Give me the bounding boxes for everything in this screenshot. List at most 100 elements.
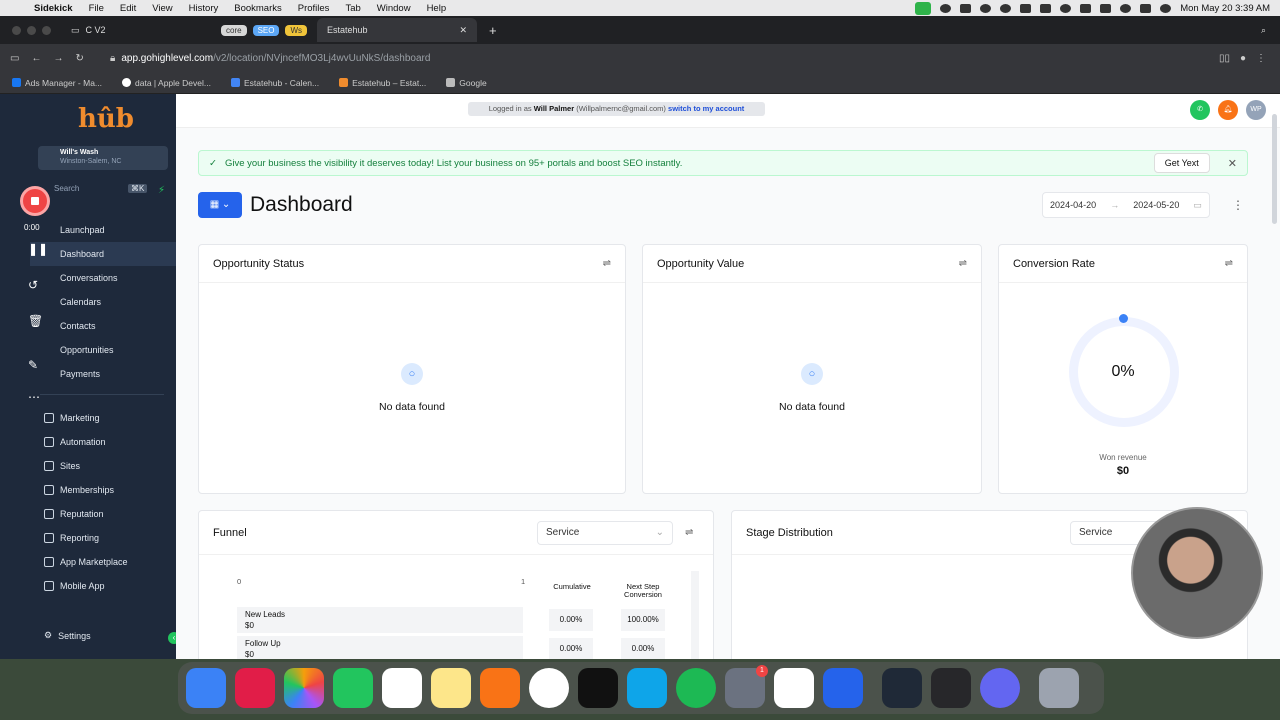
forward-icon[interactable]: → (53, 53, 63, 64)
battery-icon[interactable] (1080, 3, 1092, 13)
close-tab-icon[interactable]: ✕ (459, 25, 467, 36)
menu-bookmarks[interactable]: Bookmarks (226, 3, 290, 14)
menu-help[interactable]: Help (419, 3, 455, 14)
slack-icon[interactable] (774, 668, 814, 708)
account-switcher[interactable]: Will's Wash Winston-Salem, NC (38, 146, 168, 170)
chrome-icon[interactable] (529, 668, 569, 708)
split-view-icon[interactable]: ▯▯ (1219, 53, 1240, 64)
menubar-clock[interactable]: Mon May 20 3:39 AM (1180, 3, 1270, 14)
tab-group-core[interactable]: core (221, 24, 247, 36)
filter-icon[interactable]: ⇌ (603, 258, 611, 269)
sidebar-item-reporting[interactable]: Reporting (30, 526, 176, 550)
notes-icon[interactable] (431, 668, 471, 708)
gear-icon[interactable] (940, 3, 952, 13)
tab-search-icon[interactable]: ⌕ (1261, 25, 1280, 36)
trash-icon[interactable]: 🗑︎ (28, 314, 43, 328)
date-range-picker[interactable]: 2024-04-20 → 2024-05-20 ▭ (1042, 192, 1210, 218)
sidebar-item-sites[interactable]: Sites (30, 454, 176, 478)
menu-view[interactable]: View (144, 3, 180, 14)
phone-icon[interactable]: ✆ (1190, 100, 1210, 120)
funnel-scrollbar[interactable] (691, 571, 699, 659)
car-icon[interactable] (1020, 3, 1032, 13)
dashboard-more-icon[interactable]: ⋮ (1232, 198, 1244, 212)
filter-icon[interactable]: ⇌ (959, 258, 967, 269)
menu-tab[interactable]: Tab (337, 3, 368, 14)
play-icon[interactable] (1060, 3, 1072, 13)
address-bar[interactable]: 🔒︎ app.gohighlevel.com/v2/location/NVjnc… (110, 53, 430, 64)
pages-icon[interactable] (480, 668, 520, 708)
headphones-icon[interactable] (1000, 3, 1012, 13)
sidekick-icon[interactable] (235, 668, 275, 708)
tab-cv2[interactable]: ▭ C V2 (61, 18, 211, 42)
avatar[interactable]: WP (1246, 100, 1266, 120)
pen-icon[interactable]: ✎ (28, 358, 38, 372)
finder-icon[interactable] (186, 668, 226, 708)
piano-icon[interactable] (931, 668, 971, 708)
bookmark-estatehub[interactable]: Estatehub – Estat... (339, 78, 426, 88)
tab-group-seo[interactable]: SEO (252, 24, 280, 36)
trash-icon[interactable] (1039, 668, 1079, 708)
profile-icon[interactable]: ● (1240, 53, 1256, 64)
menu-edit[interactable]: Edit (112, 3, 144, 14)
app-icon[interactable] (980, 668, 1020, 708)
bookmark-google[interactable]: Google (446, 78, 487, 88)
tab-estatehub[interactable]: Estatehub ✕ (317, 18, 478, 42)
filter-icon[interactable]: ⇌ (685, 527, 693, 538)
facetime-icon[interactable] (915, 1, 932, 15)
sidebar-search[interactable]: Search ⌘K (54, 184, 150, 198)
control-center-icon[interactable] (1140, 3, 1152, 13)
minimize-window-button[interactable] (27, 25, 36, 35)
sidebar-item-mobile-app[interactable]: Mobile App (30, 574, 176, 598)
bookmark-ads-manager[interactable]: Ads Manager - Ma... (12, 78, 102, 88)
sidebar-toggle-icon[interactable]: ▭ (10, 53, 19, 64)
sidebar-item-settings[interactable]: ⚙︎ Settings (44, 630, 91, 641)
bell-icon[interactable]: 🔔︎ (1218, 100, 1238, 120)
webcam-bubble[interactable] (1131, 507, 1263, 639)
zoom-icon[interactable] (823, 668, 863, 708)
more-menu-icon[interactable]: ⋮ (1256, 53, 1280, 64)
sidebar-item-app-marketplace[interactable]: App Marketplace (30, 550, 176, 574)
sidebar-item-memberships[interactable]: Memberships (30, 478, 176, 502)
back-icon[interactable]: ← (31, 53, 41, 64)
new-tab-icon[interactable]: + (477, 23, 497, 38)
page-scrollbar[interactable] (1272, 114, 1277, 224)
hub-logo[interactable]: hûb (78, 104, 134, 134)
stop-recording-button[interactable] (20, 186, 50, 216)
reload-icon[interactable]: ↻ (75, 53, 83, 64)
menu-app-name[interactable]: Sidekick (26, 3, 81, 14)
tab-group-ws[interactable]: Ws (285, 24, 308, 36)
numbers-icon[interactable] (382, 668, 422, 708)
get-yext-button[interactable]: Get Yext (1153, 153, 1210, 173)
spotify-icon[interactable] (676, 668, 716, 708)
more-tools-icon[interactable]: ⋯ (28, 390, 40, 404)
siri-icon[interactable] (1160, 3, 1172, 13)
photos-icon[interactable] (284, 668, 324, 708)
terminal-icon[interactable] (578, 668, 618, 708)
close-banner-icon[interactable]: ✕ (1218, 157, 1247, 170)
zoom-window-button[interactable] (42, 25, 51, 35)
freeform-icon[interactable] (627, 668, 667, 708)
pause-icon[interactable]: ❚❚ (28, 242, 48, 256)
filter-icon[interactable]: ⇌ (1225, 258, 1233, 269)
sidebar-item-automation[interactable]: Automation (30, 430, 176, 454)
menu-file[interactable]: File (81, 3, 112, 14)
system-settings-icon[interactable]: 1 (725, 665, 768, 708)
slack-status-icon[interactable] (980, 3, 992, 13)
switch-account-link[interactable]: switch to my account (668, 104, 744, 113)
search-icon[interactable] (1120, 3, 1132, 13)
messages-icon[interactable] (333, 668, 373, 708)
app-status-icon[interactable] (960, 3, 972, 13)
bookmark-estatehub-calendar[interactable]: Estatehub - Calen... (230, 78, 319, 88)
menu-profiles[interactable]: Profiles (290, 3, 338, 14)
menu-window[interactable]: Window (369, 3, 419, 14)
funnel-pipeline-select[interactable]: Service ⌄ (537, 521, 673, 545)
quick-action-icon[interactable]: ⚡︎ (158, 185, 165, 196)
menu-history[interactable]: History (181, 3, 227, 14)
bluetooth-icon[interactable] (1040, 3, 1052, 13)
bookmark-apple-developer[interactable]: data | Apple Devel... (122, 78, 211, 88)
wifi-icon[interactable] (1100, 3, 1112, 13)
restart-icon[interactable]: ↺ (28, 278, 38, 292)
activity-monitor-icon[interactable] (882, 668, 922, 708)
dashboard-switcher-button[interactable]: ▦ ⌄ (198, 192, 242, 218)
sidebar-item-reputation[interactable]: Reputation (30, 502, 176, 526)
